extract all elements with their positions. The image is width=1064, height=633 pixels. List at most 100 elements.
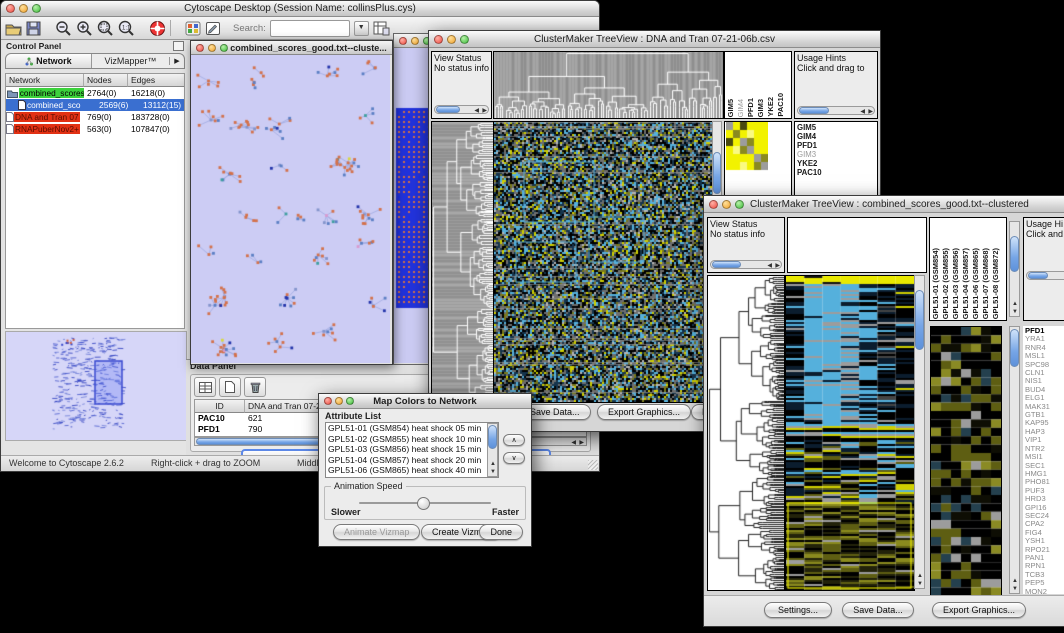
treeview1-title-bar[interactable]: ClusterMaker TreeView : DNA and Tran 07-… xyxy=(429,31,880,48)
save-session-icon[interactable] xyxy=(26,21,41,36)
tv1-zoom-heatmap[interactable] xyxy=(726,122,768,172)
tv2-settings-button[interactable]: Settings... xyxy=(764,602,832,618)
minimize-button[interactable] xyxy=(447,35,456,44)
attribute-list-vscrollbar[interactable]: ▲▼ xyxy=(487,423,498,477)
attribute-list-label: Attribute List xyxy=(319,409,531,422)
close-button[interactable] xyxy=(324,397,332,405)
minimize-button[interactable] xyxy=(19,4,28,13)
zoom-button[interactable] xyxy=(735,200,744,209)
tv2-view-status-panel: View Status No status info ◀▶ xyxy=(707,217,785,273)
col-edges[interactable]: Edges xyxy=(128,74,184,87)
tv2-labels-vscrollbar[interactable]: ▲▼ xyxy=(1009,221,1020,317)
tv1-heatmap[interactable] xyxy=(493,121,713,403)
tv2-genes-vscrollbar[interactable]: ▲▼ xyxy=(1009,326,1020,594)
search-dropdown-button[interactable]: ▼ xyxy=(354,21,369,36)
attribute-down-button[interactable]: ∨ xyxy=(503,452,525,464)
attribute-up-button[interactable]: ∧ xyxy=(503,434,525,446)
treeview2-title-bar[interactable]: ClusterMaker TreeView : combined_scores_… xyxy=(704,196,1064,213)
zoom-out-icon[interactable] xyxy=(55,20,72,36)
folder-icon xyxy=(7,89,18,98)
help-icon[interactable] xyxy=(149,20,166,37)
tv2-heatmap[interactable] xyxy=(785,275,915,591)
network-row-0[interactable]: combined_scores 2764(0) 16218(0) xyxy=(6,87,184,99)
main-title-bar[interactable]: Cytoscape Desktop (Session Name: collins… xyxy=(1,1,599,17)
tv1-view-status-text: No status info f xyxy=(432,62,491,75)
zoom-button[interactable] xyxy=(346,397,354,405)
attribute-browser-icon[interactable] xyxy=(373,20,390,36)
tv1-column-labels: GIM5GIM4PFD1GIM3YKE2PAC10 xyxy=(726,53,786,117)
window-controls xyxy=(6,4,41,13)
tv2-column-dendrogram-area[interactable] xyxy=(787,217,927,273)
tab-vizmapper[interactable]: VizMapper™ xyxy=(92,56,169,66)
control-panel-header: Control Panel xyxy=(6,41,61,51)
tv2-save-data-button[interactable]: Save Data... xyxy=(842,602,914,618)
treeview2-title: ClusterMaker TreeView : combined_scores_… xyxy=(704,199,1064,210)
tv1-row-dendrogram[interactable] xyxy=(431,121,494,403)
network-table: Network Nodes Edges combined_scores 2764… xyxy=(5,73,185,329)
network-row-1-selected[interactable]: combined_sco 2569(6) 13112(15) xyxy=(6,99,184,111)
close-button[interactable] xyxy=(6,4,15,13)
close-button[interactable] xyxy=(196,44,204,52)
zoom-fit-icon[interactable]: 1:1 xyxy=(118,20,135,36)
tv2-status-scrollbar[interactable]: ◀▶ xyxy=(710,260,782,269)
animation-slider-thumb[interactable] xyxy=(417,497,430,510)
open-network-icon[interactable] xyxy=(5,21,22,36)
col-network[interactable]: Network xyxy=(6,74,84,87)
data-col-id[interactable]: ID xyxy=(195,400,245,413)
animation-slider[interactable] xyxy=(359,497,491,509)
dialog-title-bar[interactable]: Map Colors to Network xyxy=(319,394,531,409)
network-row-3[interactable]: RNAPuberNov2+ 563(0) 107847(0) xyxy=(6,123,184,135)
minimize-button[interactable] xyxy=(335,397,343,405)
tv1-gene-labels: GIM5GIM4PFD1GIM3YKE2PAC10 xyxy=(795,122,877,178)
map-colors-dialog: Map Colors to Network Attribute List GPL… xyxy=(318,393,532,547)
close-button[interactable] xyxy=(399,37,407,45)
minimize-button[interactable] xyxy=(722,200,731,209)
network1-title-bar[interactable]: combined_scores_good.txt--cluste... xyxy=(191,41,392,55)
zoom-selected-icon[interactable] xyxy=(97,20,114,36)
tv2-zoom-heatmap[interactable] xyxy=(930,326,1002,596)
faster-label: Faster xyxy=(492,507,519,517)
attribute-list[interactable]: GPL51-01 (GSM854) heat shock 05 minGPL51… xyxy=(325,422,499,478)
control-panel: Control Panel Network VizMapper™ ▶ Netwo… xyxy=(3,41,187,455)
zoom-button[interactable] xyxy=(460,35,469,44)
status-welcome: Welcome to Cytoscape 2.6.2 xyxy=(9,458,124,468)
zoom-button[interactable] xyxy=(220,44,228,52)
vizmapper-icon[interactable] xyxy=(185,21,201,36)
tv2-row-dendrogram[interactable] xyxy=(707,275,785,591)
search-input[interactable] xyxy=(270,20,350,37)
tv1-status-scrollbar[interactable]: ◀▶ xyxy=(434,105,489,114)
done-button[interactable]: Done xyxy=(479,524,523,540)
tv2-heatmap-vscrollbar[interactable]: ▲▼ xyxy=(914,275,925,589)
tv2-usage-scrollbar[interactable] xyxy=(1026,271,1064,280)
main-window-title: Cytoscape Desktop (Session Name: collins… xyxy=(1,3,599,14)
col-nodes[interactable]: Nodes xyxy=(84,74,128,87)
tv2-export-graphics-button[interactable]: Export Graphics... xyxy=(932,602,1026,618)
close-button[interactable] xyxy=(434,35,443,44)
delete-attribute-icon[interactable] xyxy=(244,377,266,397)
tab-vizmapper-label: VizMapper™ xyxy=(105,56,157,66)
tv1-export-graphics-button[interactable]: Export Graphics... xyxy=(597,404,691,420)
select-attributes-icon[interactable] xyxy=(194,377,216,397)
minimize-button[interactable] xyxy=(411,37,419,45)
zoom-in-icon[interactable] xyxy=(76,20,93,36)
tv1-column-dendrogram[interactable] xyxy=(493,51,724,119)
minimize-button[interactable] xyxy=(208,44,216,52)
annotation-icon[interactable] xyxy=(205,21,221,36)
animate-vizmap-button[interactable]: Animate Vizmap xyxy=(333,524,420,540)
network-overview-canvas[interactable] xyxy=(5,331,187,441)
tab-network[interactable]: Network xyxy=(6,54,92,68)
tv2-column-labels-panel: GPL51-01 (GSM854)GPL51-02 (GSM855)GPL51-… xyxy=(929,217,1007,321)
new-attribute-icon[interactable] xyxy=(219,377,241,397)
zoom-button[interactable] xyxy=(32,4,41,13)
tv2-button-row: Settings... Save Data... Export Graphics… xyxy=(704,595,1064,626)
network-row-2[interactable]: DNA and Tran 07 769(0) 183728(0) xyxy=(6,111,184,123)
close-button[interactable] xyxy=(709,200,718,209)
network-doc-icon xyxy=(6,124,14,134)
tv1-usage-scrollbar[interactable]: ◀▶ xyxy=(797,106,875,115)
resize-grip[interactable] xyxy=(588,460,598,470)
slower-label: Slower xyxy=(331,507,361,517)
network1-canvas[interactable] xyxy=(191,55,390,363)
float-panel-icon[interactable] xyxy=(173,41,184,51)
tab-overflow-button[interactable]: ▶ xyxy=(169,57,184,65)
treeview1-title: ClusterMaker TreeView : DNA and Tran 07-… xyxy=(429,34,880,45)
